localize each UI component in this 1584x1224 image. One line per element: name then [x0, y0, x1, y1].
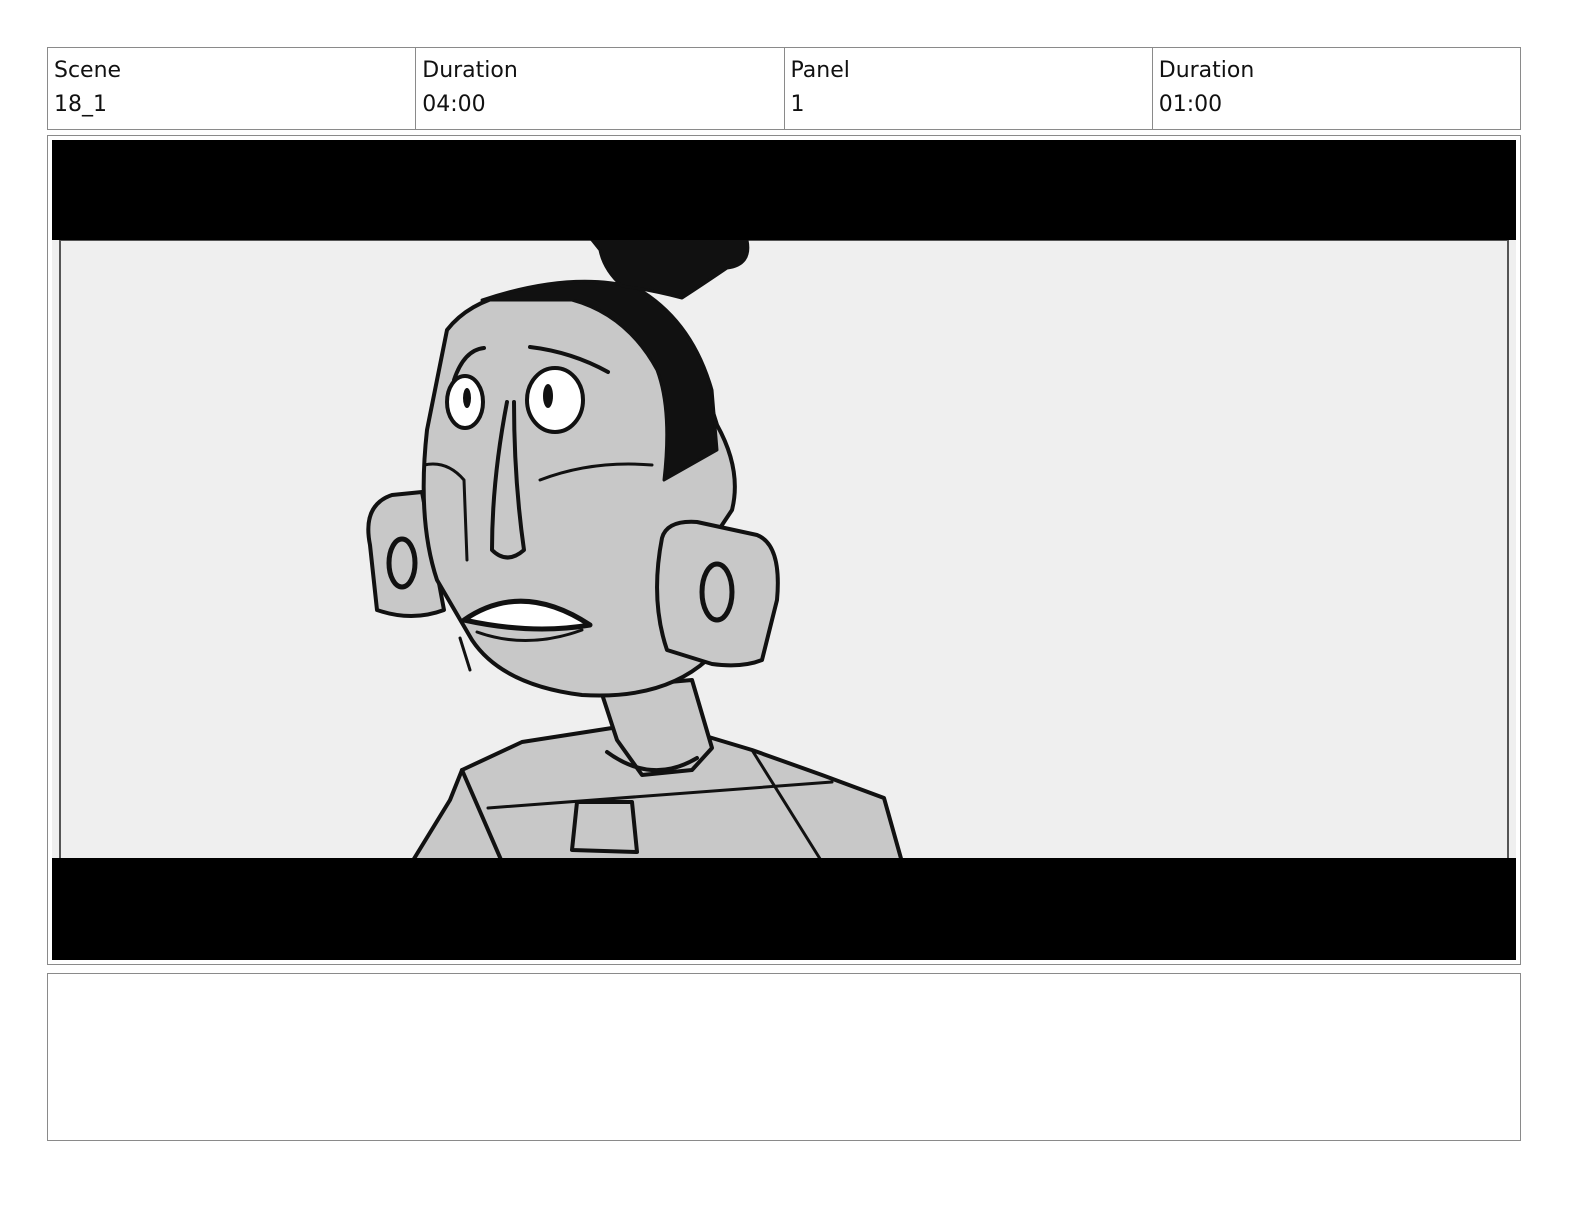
right-pupil: [543, 384, 553, 408]
panel-value: 1: [790, 92, 805, 117]
panel-duration-cell: Duration 01:00: [1153, 48, 1520, 129]
scene-value: 18_1: [54, 92, 107, 117]
panel-duration-label: Duration: [1158, 58, 1255, 83]
scene-duration-value: 04:00: [422, 92, 486, 117]
scene-duration-label: Duration: [422, 58, 518, 83]
letterbox-bottom: [52, 858, 1516, 960]
storyboard-header: Scene 18_1 Duration 04:00 Panel 1 Durati…: [47, 47, 1521, 130]
right-ear-piece: [655, 519, 780, 668]
scene-duration-cell: Duration 04:00: [416, 48, 785, 129]
left-pupil: [463, 388, 471, 408]
right-eye: [525, 366, 585, 434]
panel-duration-value: 01:00: [1158, 92, 1223, 117]
panel-drawing: [52, 140, 1516, 960]
panel-label: Panel: [790, 58, 850, 83]
panel-notes: [47, 973, 1521, 1141]
panel-cell: Panel 1: [785, 48, 1153, 129]
storyboard-panel: [47, 135, 1521, 965]
scene-cell: Scene 18_1: [48, 48, 417, 129]
scene-label: Scene: [54, 58, 122, 83]
letterbox-top: [52, 140, 1516, 240]
